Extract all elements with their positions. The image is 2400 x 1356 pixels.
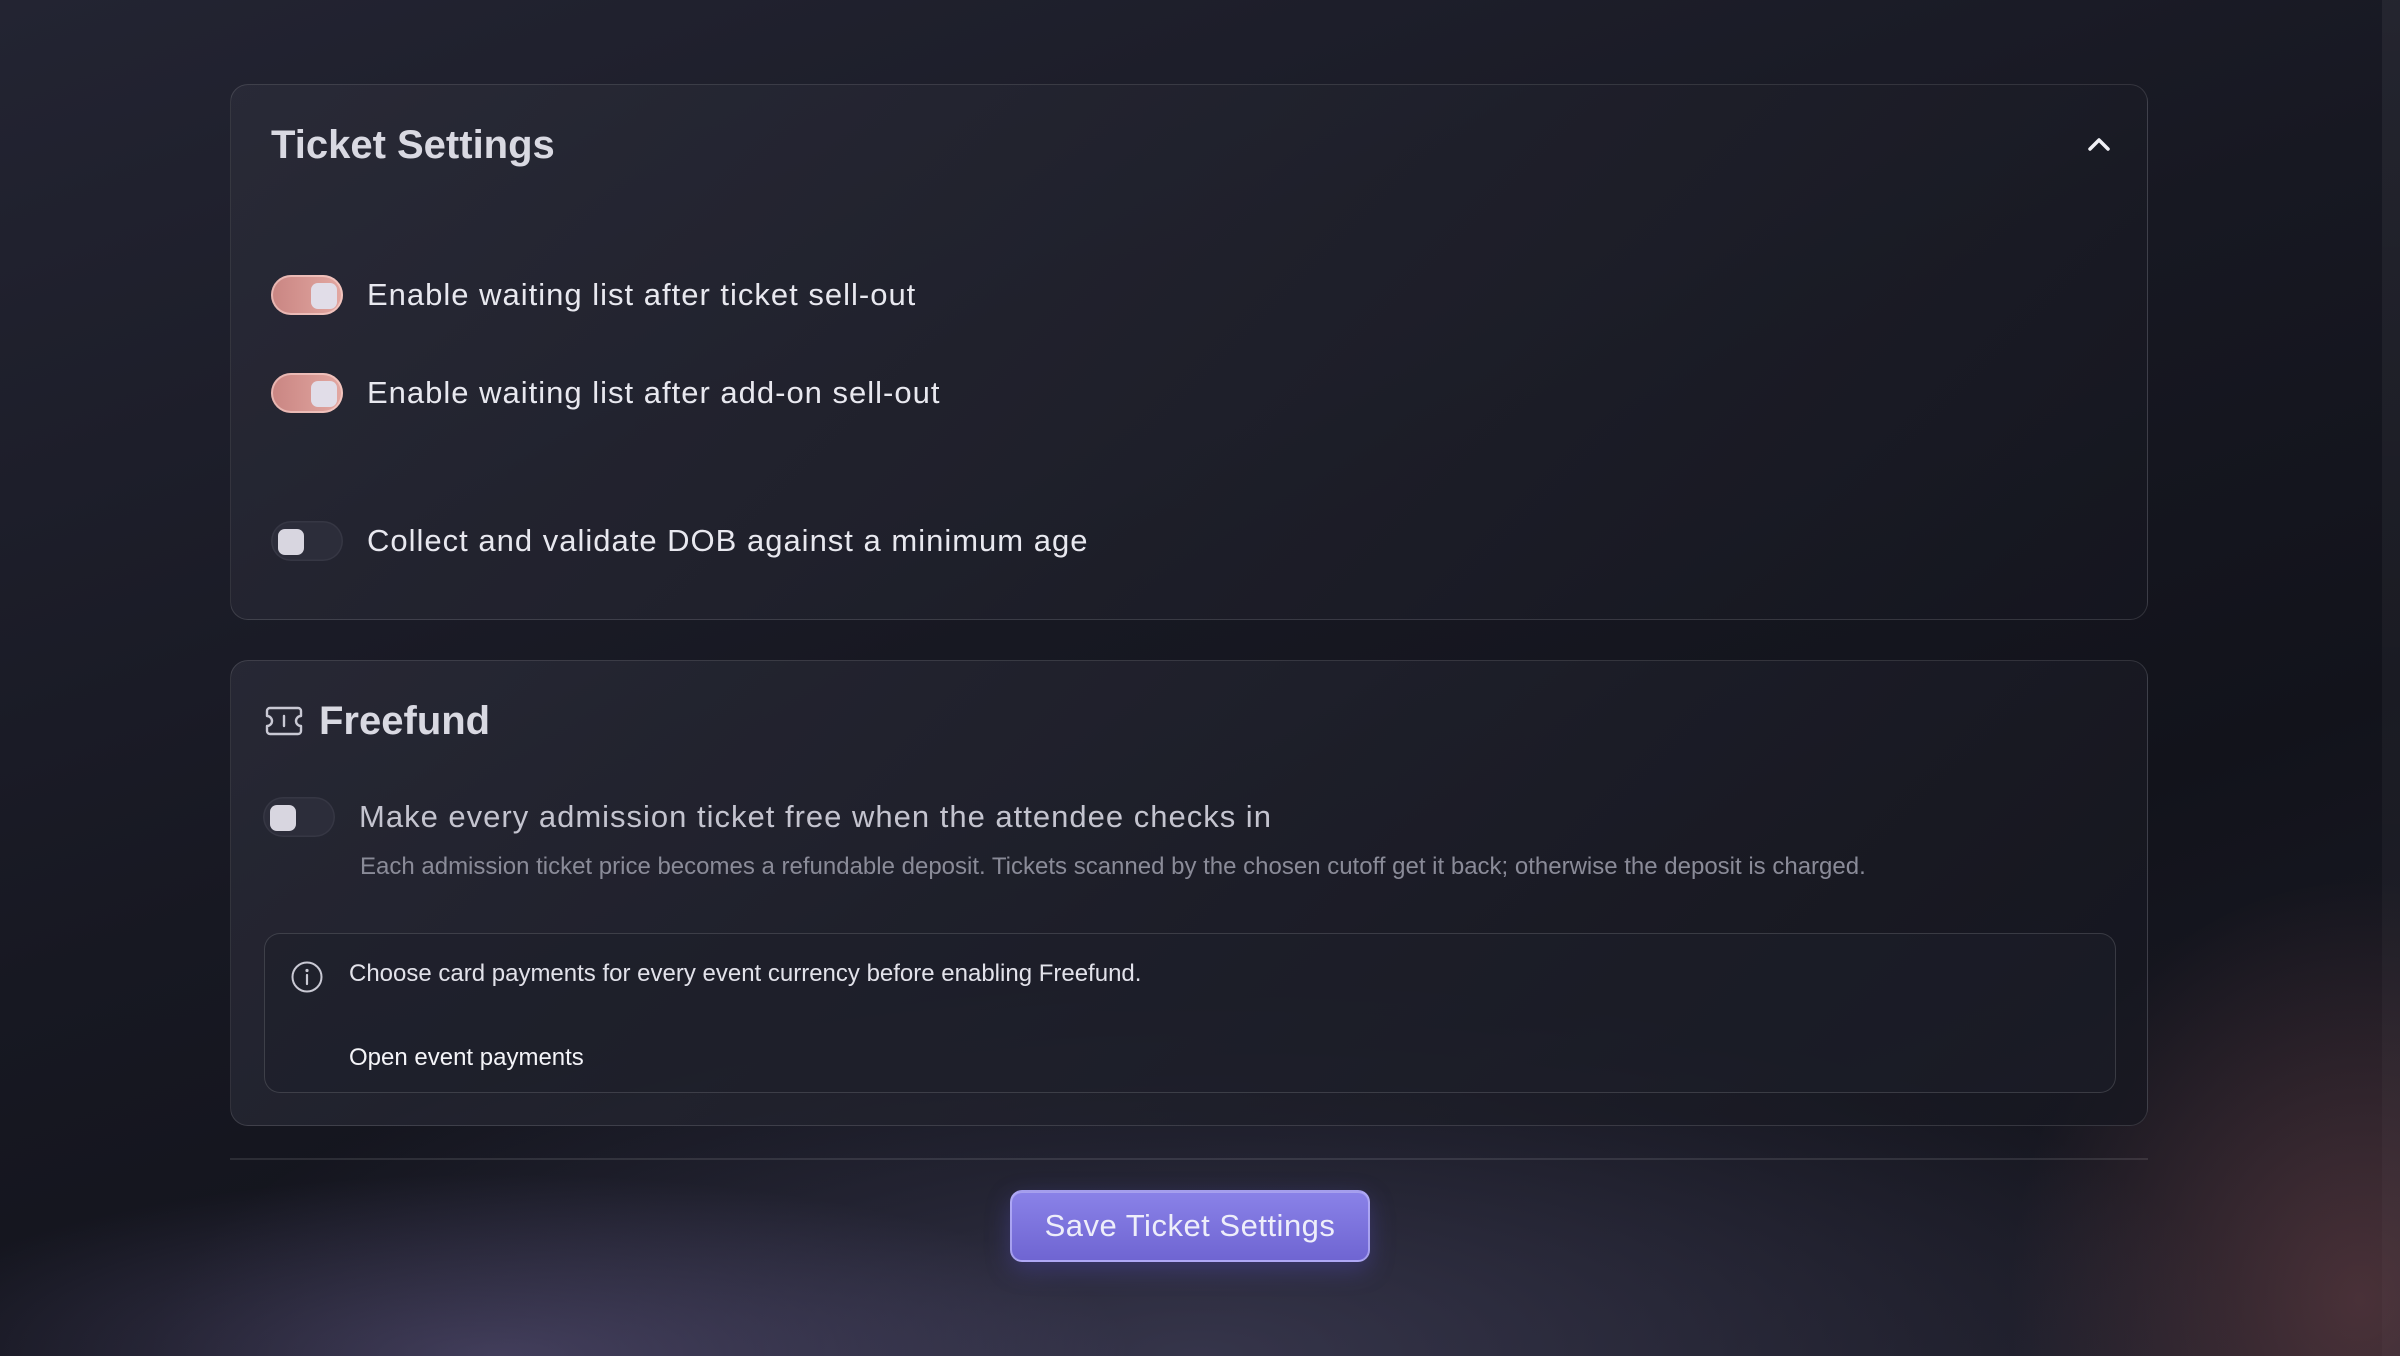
dob-validation-toggle[interactable]: [271, 521, 343, 561]
toggle-knob: [270, 805, 296, 831]
toggle-knob: [278, 529, 304, 555]
waiting-list-ticket-toggle[interactable]: [271, 275, 343, 315]
ticket-settings-card: Ticket Settings Enable waiting list afte…: [230, 84, 2148, 620]
ticket-icon: [265, 706, 303, 736]
open-event-payments-link[interactable]: Open event payments: [349, 1044, 584, 1072]
freefund-toggle[interactable]: [263, 797, 335, 837]
freefund-label: Make every admission ticket free when th…: [359, 799, 1272, 834]
waiting-list-ticket-label: Enable waiting list after ticket sell-ou…: [367, 277, 917, 312]
freefund-description: Each admission ticket price becomes a re…: [360, 853, 1866, 880]
freefund-row: Make every admission ticket free when th…: [263, 797, 1272, 837]
toggle-knob: [311, 283, 337, 309]
footer-divider: [230, 1158, 2148, 1160]
collapse-button[interactable]: [2081, 127, 2117, 163]
toggle-knob: [311, 381, 337, 407]
window-edge: [2382, 0, 2400, 1356]
freefund-notice: Choose card payments for every event cur…: [264, 933, 2116, 1093]
freefund-card: Freefund Make every admission ticket fre…: [230, 660, 2148, 1126]
waiting-list-addon-row: Enable waiting list after add-on sell-ou…: [271, 373, 940, 413]
ticket-settings-title: Ticket Settings: [271, 123, 555, 167]
chevron-up-icon: [2088, 138, 2110, 151]
dob-validation-label: Collect and validate DOB against a minim…: [367, 523, 1089, 558]
notice-text: Choose card payments for every event cur…: [349, 960, 1142, 987]
waiting-list-ticket-row: Enable waiting list after ticket sell-ou…: [271, 275, 916, 315]
info-icon: [291, 961, 323, 993]
waiting-list-addon-label: Enable waiting list after add-on sell-ou…: [367, 375, 941, 410]
dob-validation-row: Collect and validate DOB against a minim…: [271, 521, 1088, 561]
waiting-list-addon-toggle[interactable]: [271, 373, 343, 413]
freefund-title: Freefund: [319, 699, 491, 743]
save-ticket-settings-button[interactable]: Save Ticket Settings: [1010, 1190, 1370, 1262]
